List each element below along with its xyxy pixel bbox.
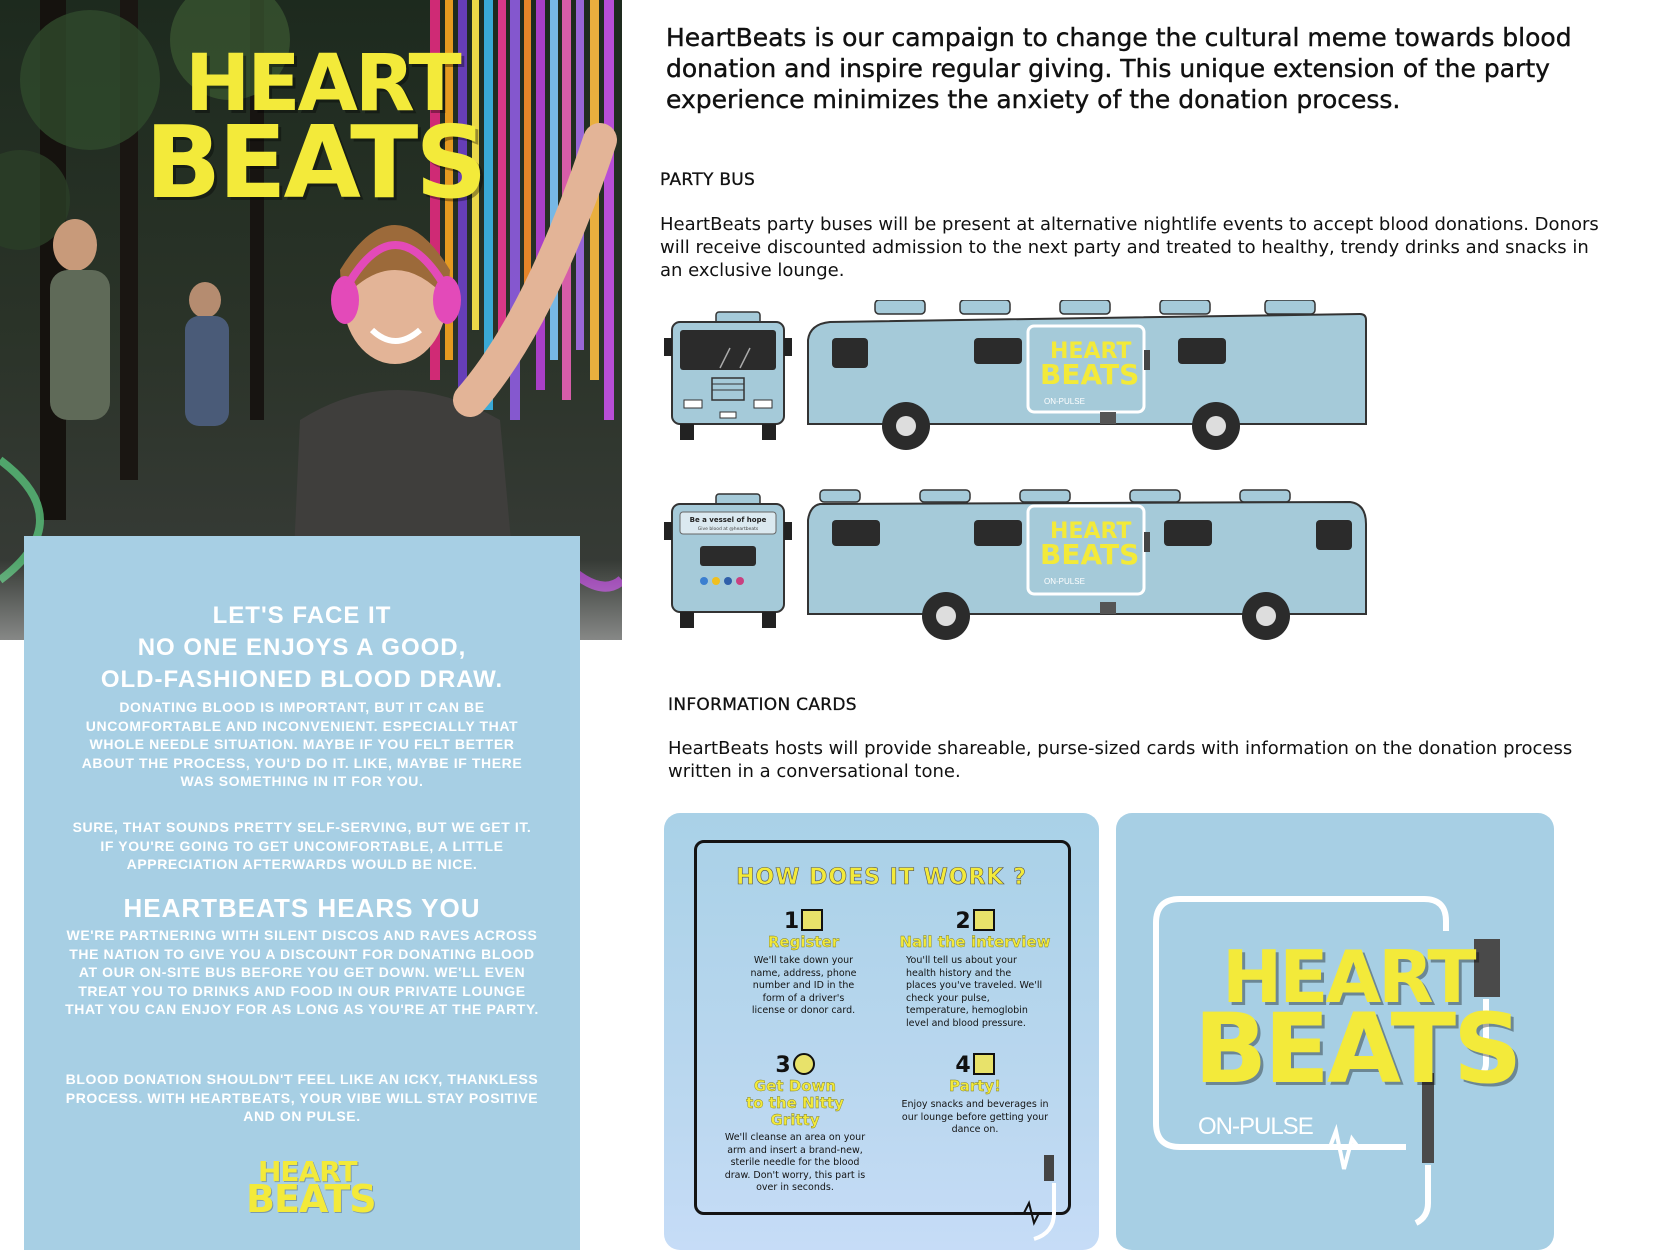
step-title: Register (767, 933, 840, 951)
id-card-icon (801, 909, 824, 931)
bus-logo-beats: BEATS (1040, 538, 1139, 571)
heart-icon (792, 1053, 815, 1075)
step-body: Enjoy snacks and beverages in our lounge… (901, 1099, 1049, 1135)
logo-beats: BEATS (1194, 993, 1522, 1105)
bus-side-view-1: HEART BEATS ON-PULSE (807, 300, 1367, 450)
step-body: You'll tell us about your health history… (906, 955, 1043, 1029)
card-logo: HEART BEATS (1194, 941, 1522, 1111)
bus-side-view-2: HEART BEATS ON-PULSE (807, 489, 1367, 640)
campaign-intro: HeartBeats is our campaign to change the… (666, 23, 1572, 114)
card1-pulse-decoration (1014, 1155, 1056, 1241)
logo-beats: BEATS (145, 104, 487, 221)
bus-rear-view: Be a vessel of hope Give blood at @heart… (664, 493, 792, 628)
bus-logo-tag: ON-PULSE (1044, 577, 1085, 586)
drink-icon (972, 1053, 995, 1075)
campaign-poster: HEART BEATS LET'S FACE IT NO ONE ENJOYS … (0, 0, 622, 1250)
rear-window-subtext: Give blood at @heartbeats (698, 526, 759, 532)
card-heading: HOW DOES IT WORK ? (736, 865, 1027, 891)
step-body: We'll take down your name, address, phon… (750, 955, 857, 1016)
info-cards-title: INFORMATION CARDS (668, 695, 857, 715)
clipboard-icon (972, 909, 995, 931)
party-bus-title: PARTY BUS (660, 170, 756, 190)
step-3: 3 Get Down to the Nitty Gritty We'll cle… (710, 1053, 880, 1195)
poster-paragraph-1: DONATING BLOOD IS IMPORTANT, BUT IT CAN … (81, 699, 523, 789)
step-1: 1 Register We'll take down your name, ad… (716, 909, 891, 1018)
party-bus-illustration: HEART BEATS ON-PULSE Be a vessel of hope… (664, 300, 1367, 640)
poster-paragraph-3: WE'RE PARTNERING WITH SILENT DISCOS AND … (65, 927, 539, 1017)
rear-window-text: Be a vessel of hope (690, 516, 767, 524)
logo-beats: BEATS (246, 1177, 377, 1221)
on-pulse-tag: ON-PULSE (1198, 1113, 1314, 1140)
bus-front-view (664, 311, 792, 440)
step-title: Party! (949, 1077, 1001, 1095)
poster-text-panel: LET'S FACE IT NO ONE ENJOYS A GOOD, OLD-… (24, 536, 580, 1250)
step-number: 4 (955, 1053, 971, 1078)
step-body: We'll cleanse an area on your arm and in… (724, 1132, 866, 1193)
step-2: 2 Nail the interview You'll tell us abou… (886, 909, 1064, 1030)
step-number: 3 (775, 1053, 791, 1078)
step-4: 4 Party! Enjoy snacks and beverages in o… (886, 1053, 1064, 1137)
poster-heading: LET'S FACE IT NO ONE ENJOYS A GOOD, OLD-… (100, 602, 504, 693)
info-card-logo: HEART BEATS ON-PULSE (1116, 813, 1554, 1250)
poster-footer-logo: HEART BEATS (246, 1158, 377, 1228)
poster-subheading: HEARTBEATS HEARS YOU (123, 893, 481, 923)
step-number: 1 (783, 909, 800, 934)
party-bus-description: HeartBeats party buses will be present a… (660, 214, 1599, 281)
bus-logo-beats: BEATS (1040, 358, 1139, 391)
info-cards-description: HeartBeats hosts will provide shareable,… (668, 738, 1573, 782)
step-title: Get Down to the Nitty Gritty (746, 1077, 844, 1129)
bus-logo-tag: ON-PULSE (1044, 397, 1085, 406)
heartbeats-logo: HEART BEATS (145, 45, 487, 215)
step-number: 2 (955, 909, 971, 934)
poster-paragraph-2: SURE, THAT SOUNDS PRETTY SELF-SERVING, B… (72, 819, 532, 872)
step-title: Nail the interview (899, 933, 1051, 951)
info-card-how-it-works: HOW DOES IT WORK ? 1 Register We'll take… (664, 813, 1099, 1250)
poster-paragraph-4: BLOOD DONATION SHOULDN'T FEEL LIKE AN IC… (65, 1071, 539, 1124)
